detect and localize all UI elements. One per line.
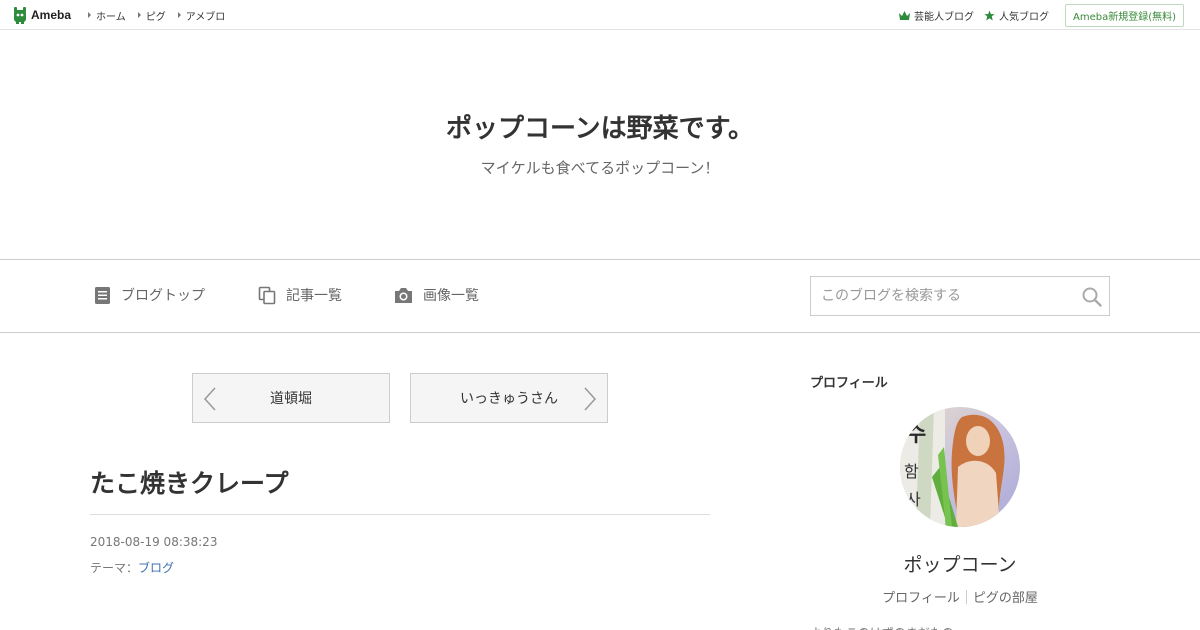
register-button[interactable]: Ameba新規登録(無料) [1064, 3, 1184, 27]
next-article-button[interactable]: いっきゅうさん [410, 373, 608, 423]
document-icon [95, 286, 110, 304]
blog-description: マイケルも食べてるポップコーン！ [480, 159, 720, 177]
profile-intro-text: よりもこのはずのまだたの [810, 624, 954, 630]
top-right-links: 芸能人ブログ 人気ブログ Ameba新規登録(無料) [898, 0, 1184, 30]
pigg-room-link[interactable]: ピグの部屋 [967, 587, 1044, 606]
top-nav-label: ピグ [145, 11, 166, 23]
triangle-right-icon [177, 12, 181, 18]
article-title[interactable]: たこ焼きクレープ [90, 464, 289, 500]
article-theme: テーマ：ブログ [90, 559, 174, 576]
svg-text:사: 사 [906, 490, 921, 509]
copy-icon [258, 286, 276, 304]
profile-link[interactable]: プロフィール [876, 587, 966, 606]
top-nav-label: ホーム [96, 11, 126, 23]
celebrity-blog-label: 芸能人ブログ [913, 11, 974, 23]
blog-title[interactable]: ポップコーンは野菜です。 [0, 108, 1200, 145]
svg-text:수: 수 [906, 422, 926, 447]
nav-label: ブログトップ [121, 288, 205, 304]
top-nav-label: アメブロ [185, 11, 226, 23]
ameba-logo-icon [12, 6, 28, 24]
popular-blog-label: 人気ブログ [998, 11, 1049, 23]
profile-links: プロフィール ピグの部屋 [810, 587, 1110, 606]
triangle-right-icon [88, 12, 91, 18]
celebrity-blog-link[interactable]: 芸能人ブログ [898, 8, 974, 23]
top-nav-home[interactable]: ホーム [88, 8, 126, 23]
nav-article-list[interactable]: 記事一覧 [258, 285, 342, 305]
top-nav-ameblo[interactable]: アメブロ [177, 8, 226, 23]
chevron-left-icon [203, 387, 216, 411]
nav-label: 記事一覧 [286, 288, 342, 304]
theme-label: テーマ： [90, 561, 139, 575]
profile-name[interactable]: ポップコーン [810, 550, 1110, 577]
crown-icon [898, 10, 910, 20]
blog-search [810, 276, 1110, 316]
top-nav: ホーム ピグ アメブロ [88, 0, 237, 30]
nav-image-list[interactable]: 画像一覧 [394, 285, 479, 305]
title-divider [90, 514, 710, 515]
camera-icon [395, 287, 412, 303]
popular-blog-link[interactable]: 人気ブログ [984, 8, 1049, 23]
previous-article-button[interactable]: 道頓堀 [192, 373, 390, 423]
previous-article-label: 道頓堀 [270, 391, 312, 407]
top-nav-pigg[interactable]: ピグ [137, 8, 166, 23]
star-icon [984, 9, 995, 21]
triangle-right-icon [137, 12, 141, 18]
avatar[interactable]: 수 함 사 [900, 407, 1020, 527]
search-input[interactable] [811, 277, 1071, 315]
ameba-logo[interactable]: Ameba [12, 6, 71, 24]
logo-text: Ameba [31, 8, 72, 22]
nav-label: 画像一覧 [423, 288, 479, 304]
avatar-image: 수 함 사 [900, 407, 1020, 527]
nav-blog-top[interactable]: ブログトップ [94, 285, 205, 305]
next-article-label: いっきゅうさん [460, 391, 558, 407]
theme-link[interactable]: ブログ [138, 561, 174, 575]
top-bar: Ameba ホーム ピグ アメブロ 芸能人ブログ 人気ブログ Ameba新規登録… [0, 0, 1200, 30]
global-nav: ブログトップ 記事一覧 画像一覧 [0, 259, 1200, 333]
search-icon [1082, 287, 1102, 307]
profile-heading: プロフィール [810, 376, 888, 391]
article-date: 2018-08-19 08:38:23 [90, 535, 218, 549]
chevron-right-icon [584, 387, 597, 411]
svg-text:함: 함 [904, 462, 919, 481]
search-button[interactable] [1081, 286, 1103, 308]
